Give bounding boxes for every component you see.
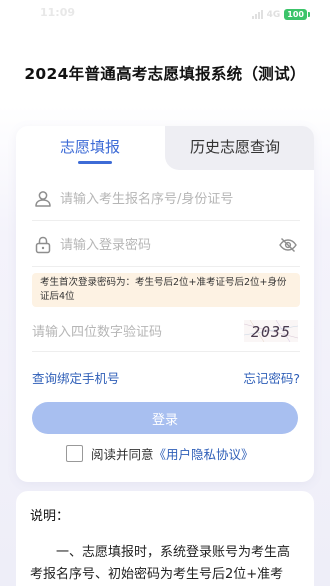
- tab-fill[interactable]: 志愿填报: [60, 136, 120, 157]
- privacy-link[interactable]: 《用户隐私协议》: [154, 444, 254, 463]
- agree-text: 阅读并同意: [91, 447, 154, 462]
- captcha-text: 2035: [251, 323, 291, 341]
- password-hint: 考生首次登录密码为：考生号后2位+准考证号后2位+身份证后4位: [32, 273, 300, 307]
- login-card: 志愿填报 历史志愿查询 考生首次登录密码为：考生号后2位+准考证号后2位+身份证…: [16, 126, 314, 482]
- page-title: 2024年普通高考志愿填报系统（测试）: [24, 65, 306, 83]
- username-input[interactable]: [60, 187, 270, 211]
- bind-phone-link[interactable]: 查询绑定手机号: [32, 368, 120, 387]
- status-time: 11:09: [40, 6, 76, 19]
- agree-checkbox[interactable]: [66, 445, 83, 462]
- lock-icon: [35, 236, 51, 254]
- eye-off-icon[interactable]: [278, 235, 298, 255]
- battery-icon: 100: [284, 9, 307, 20]
- agreement-row: 阅读并同意 《用户隐私协议》: [66, 444, 254, 463]
- network-type: 4G: [266, 9, 281, 20]
- notice-body: 一、志愿填报时，系统登录账号为考生高考报名序号、初始密码为考生号后2位+准考: [30, 545, 291, 582]
- password-input[interactable]: [60, 233, 270, 257]
- username-field: [32, 177, 300, 221]
- captcha-image[interactable]: 2035: [244, 320, 298, 342]
- notice-title: 说明：: [30, 509, 70, 524]
- tab-bar: 志愿填报 历史志愿查询: [16, 126, 314, 170]
- notice-card: 说明： 一、志愿填报时，系统登录账号为考生高考报名序号、初始密码为考生号后2位+…: [16, 491, 314, 586]
- user-icon: [35, 191, 51, 207]
- battery-tip: [308, 12, 310, 17]
- tab-history[interactable]: 历史志愿查询: [190, 136, 280, 157]
- tab-active-indicator: [78, 161, 112, 164]
- password-field: [32, 223, 300, 267]
- captcha-input[interactable]: [32, 320, 222, 344]
- signal-icon: [251, 10, 263, 19]
- forgot-password-link[interactable]: 忘记密码?: [243, 368, 300, 387]
- captcha-field: 2035: [32, 312, 300, 352]
- status-indicators: 4G 100: [251, 9, 310, 20]
- login-button[interactable]: 登录: [32, 402, 298, 434]
- status-bar: 11:09 4G 100: [0, 0, 330, 32]
